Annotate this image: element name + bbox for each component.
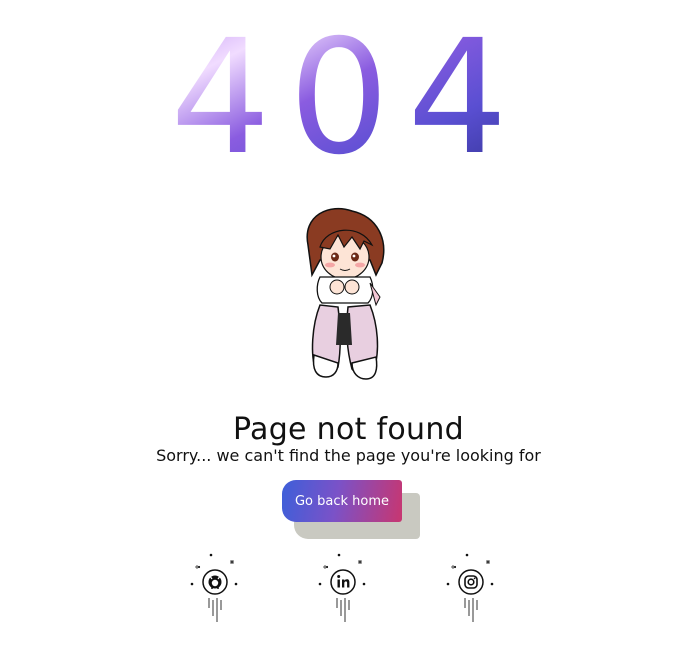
error-code: 404 — [170, 18, 526, 163]
page-title: Page not found — [232, 412, 465, 448]
instagram-link[interactable] — [444, 550, 500, 630]
error-message: Sorry... we can't find the page you're l… — [156, 446, 541, 465]
github-icon — [190, 553, 238, 622]
go-home-button[interactable]: Go back home — [282, 480, 402, 522]
error-code-text: 404 — [170, 18, 526, 163]
linkedin-icon — [318, 553, 366, 622]
linkedin-link[interactable] — [316, 550, 372, 630]
instagram-icon — [446, 553, 494, 622]
anime-girl-illustration — [306, 207, 385, 380]
github-link[interactable] — [188, 550, 244, 630]
